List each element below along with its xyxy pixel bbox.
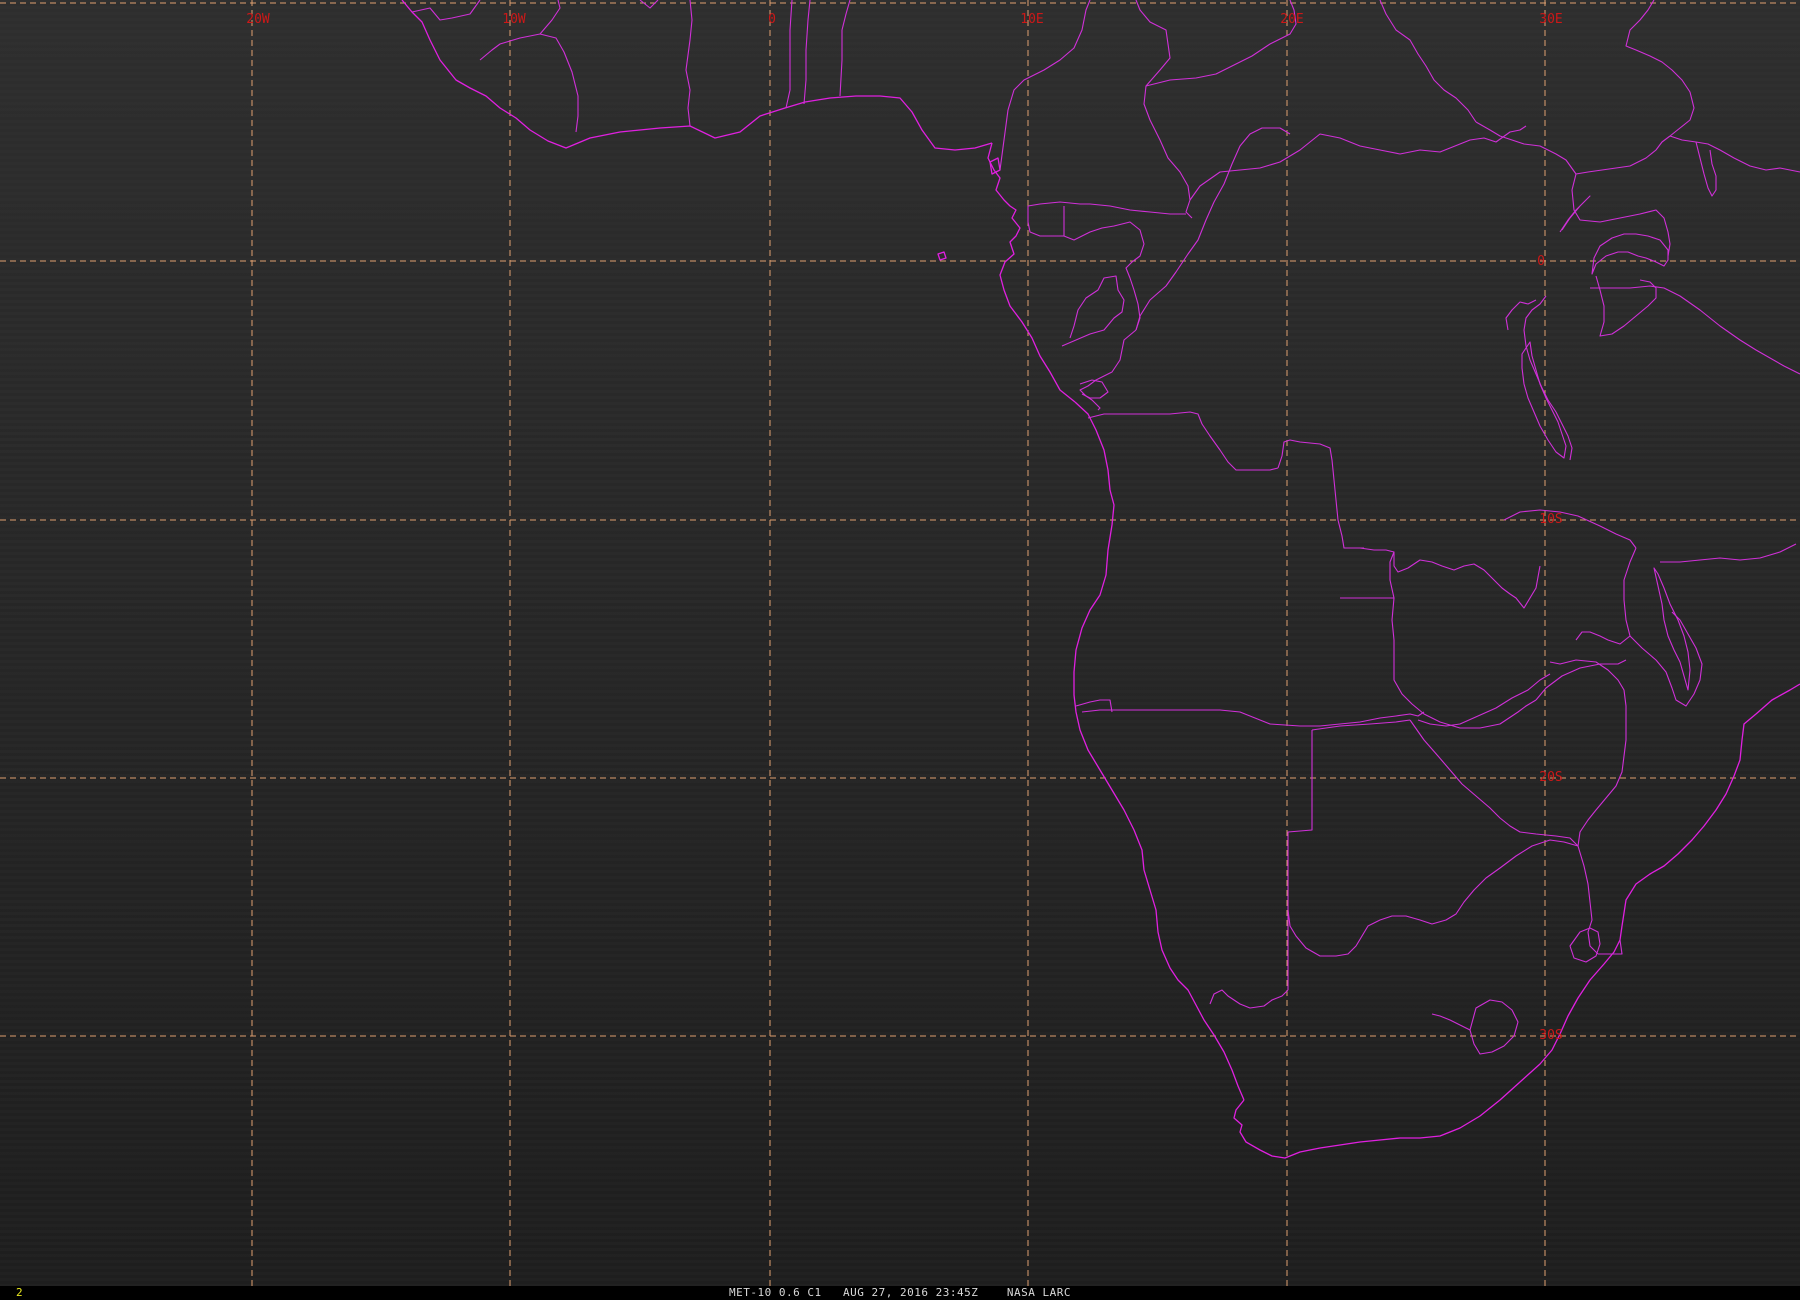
satellite-name: MET-10 (729, 1286, 772, 1299)
lon-label-20w: 20W (246, 12, 270, 27)
lat-label-20s: 20S (1539, 770, 1562, 785)
lon-label-20e: 20E (1280, 12, 1303, 27)
lat-label-0: 0 (1537, 254, 1545, 269)
lon-label-10e: 10E (1020, 12, 1043, 27)
lon-label-30e: 30E (1539, 12, 1562, 27)
lon-label-0: 0 (768, 12, 776, 27)
lat-label-10s: 10S (1539, 512, 1562, 527)
channel-label: 0.6 C1 (778, 1286, 822, 1299)
scanline-texture (0, 0, 1800, 1286)
lat-label-30s: 30S (1539, 1028, 1562, 1043)
lon-label-10w: 10W (502, 12, 526, 27)
producer-label: NASA LARC (1006, 1286, 1071, 1299)
satellite-map: 20W 10W 0 10E 20E 30E 0 10S 20S 30S (0, 0, 1800, 1286)
datetime-label: AUG 27, 2016 23:45Z (843, 1286, 979, 1299)
status-bar: 2 MET-10 0.6 C1 AUG 27, 2016 23:45Z NASA… (0, 1286, 1800, 1300)
image-caption: MET-10 0.6 C1 AUG 27, 2016 23:45Z NASA L… (0, 1286, 1800, 1300)
